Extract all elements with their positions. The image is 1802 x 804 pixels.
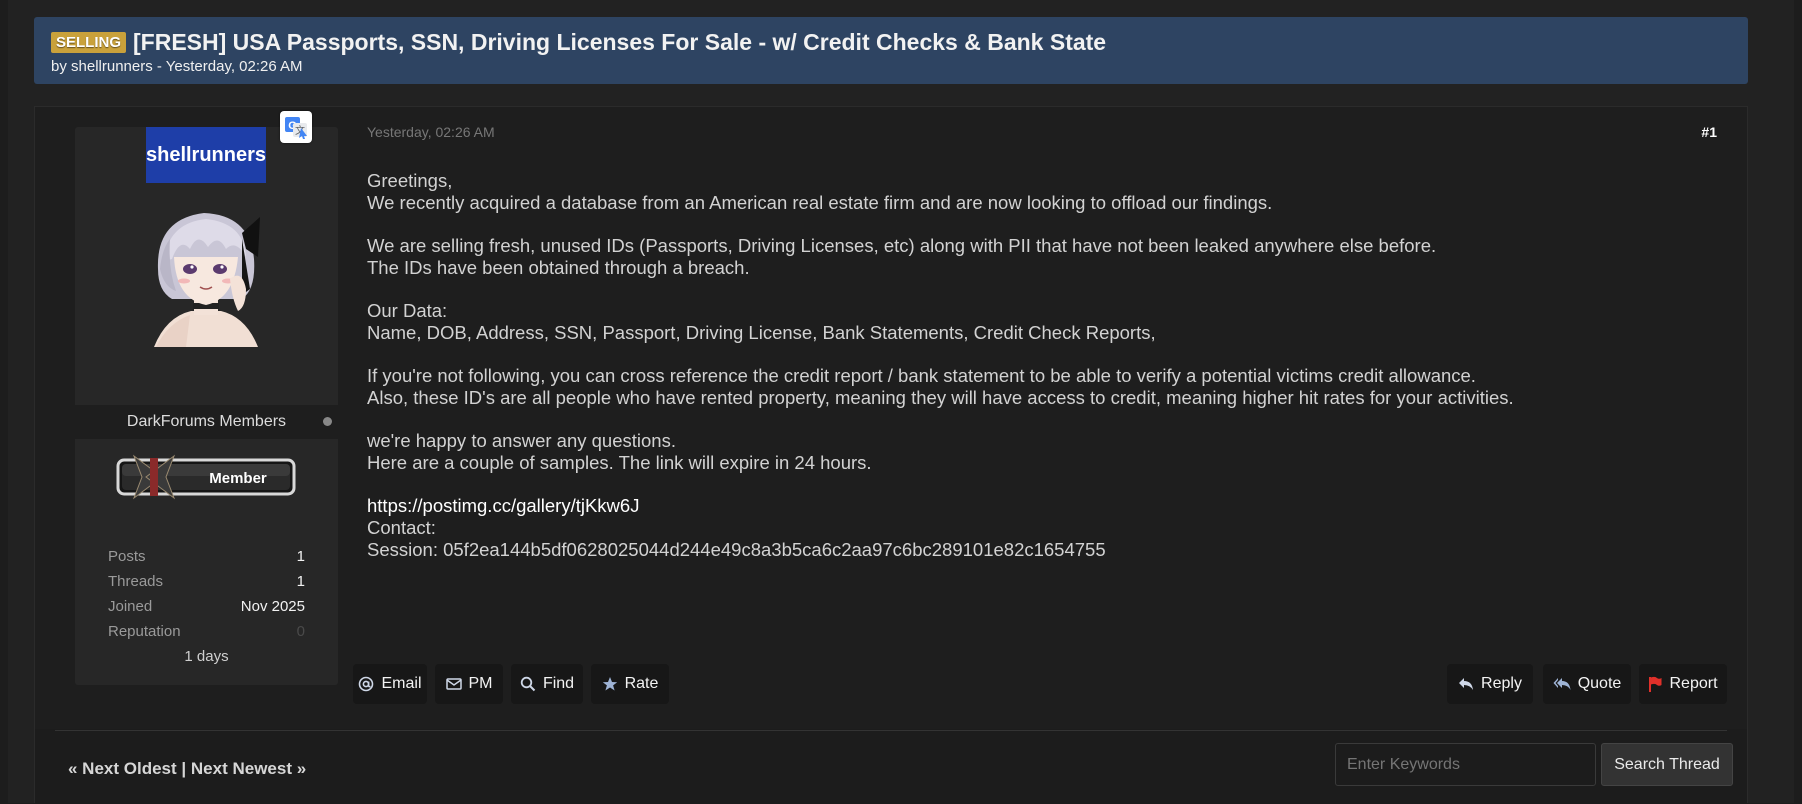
stat-threads: Threads 1 xyxy=(108,569,305,594)
body-line: Here are a couple of samples. The link w… xyxy=(367,452,872,474)
thread-header: SELLING [FRESH] USA Passports, SSN, Driv… xyxy=(34,17,1748,84)
post-date: Yesterday, 02:26 AM xyxy=(367,124,495,140)
body-line: Contact: xyxy=(367,517,436,539)
reply-button[interactable]: Reply xyxy=(1447,664,1533,704)
pm-button[interactable]: PM xyxy=(435,664,503,704)
nav-separator: | xyxy=(181,759,187,778)
user-group: DarkForums Members xyxy=(75,405,338,439)
rank-badge-label: Member xyxy=(209,470,267,487)
body-line: Also, these ID's are all people who have… xyxy=(367,386,1514,408)
body-line: Greetings, xyxy=(367,170,453,191)
stat-reputation: Reputation 0 xyxy=(108,619,305,644)
stat-days: 1 days xyxy=(184,648,229,665)
rate-button[interactable]: Rate xyxy=(591,664,669,704)
stat-value: 1 xyxy=(296,548,305,565)
body-line: If you're not following, you can cross r… xyxy=(367,365,1476,387)
search-icon xyxy=(520,676,536,692)
flag-icon xyxy=(1649,676,1662,692)
body-line: The IDs have been obtained through a bre… xyxy=(367,256,750,278)
stat-label: Reputation xyxy=(108,623,181,640)
post-number-link[interactable]: #1 xyxy=(1701,124,1717,140)
quote-button-label: Quote xyxy=(1577,675,1622,692)
find-button[interactable]: Find xyxy=(511,664,583,704)
user-group-label: DarkForums Members xyxy=(126,413,287,430)
body-line: We recently acquired a database from an … xyxy=(367,191,1273,213)
stat-label: Threads xyxy=(108,573,164,590)
next-oldest-link[interactable]: « Next Oldest xyxy=(68,759,177,778)
stat-value: 1 xyxy=(296,573,305,590)
body-line: We are selling fresh, unused IDs (Passpo… xyxy=(367,235,1437,257)
author-stats: Posts 1 Threads 1 Joined Nov 2025 Reputa… xyxy=(108,544,305,669)
stat-posts: Posts 1 xyxy=(108,544,305,569)
author-panel: shellrunners G 文 DarkForums Members Memb… xyxy=(75,111,338,685)
google-translate-icon[interactable]: G 文 xyxy=(280,111,312,143)
at-icon xyxy=(359,676,374,692)
envelope-icon xyxy=(445,678,462,690)
post-body: Greetings, We recently acquired a databa… xyxy=(367,170,1707,561)
stat-joined: Joined Nov 2025 xyxy=(108,594,305,619)
quote-button[interactable]: Quote xyxy=(1543,664,1631,704)
author-username[interactable]: shellrunners xyxy=(146,127,266,183)
star-icon xyxy=(602,677,617,691)
pm-button-label: PM xyxy=(468,675,493,692)
stat-label: Joined xyxy=(108,598,153,615)
next-newest-link[interactable]: Next Newest » xyxy=(191,759,306,778)
stat-label: Posts xyxy=(108,548,146,565)
body-line: Our Data: xyxy=(367,300,448,322)
report-button[interactable]: Report xyxy=(1639,664,1727,704)
reply-button-label: Reply xyxy=(1481,675,1522,692)
search-thread-input[interactable] xyxy=(1335,743,1596,786)
rank-badge: Member xyxy=(112,452,300,502)
online-status-dot xyxy=(323,417,332,426)
email-button-label: Email xyxy=(381,675,422,692)
reply-icon xyxy=(1459,678,1474,690)
gallery-link[interactable]: https://postimg.cc/gallery/tjKkw6J xyxy=(367,495,1707,517)
author-avatar[interactable] xyxy=(146,199,266,347)
find-button-label: Find xyxy=(542,675,575,692)
rate-button-label: Rate xyxy=(624,675,659,692)
body-line: Session: 05f2ea144b5df0628025044d244e49c… xyxy=(367,538,1106,560)
email-button[interactable]: Email xyxy=(353,664,427,704)
body-line: we're happy to answer any questions. xyxy=(367,430,676,452)
stat-value: Nov 2025 xyxy=(240,598,305,615)
divider xyxy=(55,730,1727,731)
thread-title: [FRESH] USA Passports, SSN, Driving Lice… xyxy=(133,28,1107,55)
thread-byline: by shellrunners - Yesterday, 02:26 AM xyxy=(51,58,303,75)
body-line: Name, DOB, Address, SSN, Passport, Drivi… xyxy=(367,321,1156,343)
post-container: shellrunners G 文 DarkForums Members Memb… xyxy=(34,106,1748,804)
stat-value[interactable]: 0 xyxy=(297,623,305,640)
search-thread-button[interactable]: Search Thread xyxy=(1601,743,1733,786)
thread-navigation: « Next Oldest | Next Newest » xyxy=(68,759,306,779)
reply-all-icon xyxy=(1553,678,1571,690)
report-button-label: Report xyxy=(1669,675,1718,692)
prefix-badge[interactable]: SELLING xyxy=(51,31,127,53)
